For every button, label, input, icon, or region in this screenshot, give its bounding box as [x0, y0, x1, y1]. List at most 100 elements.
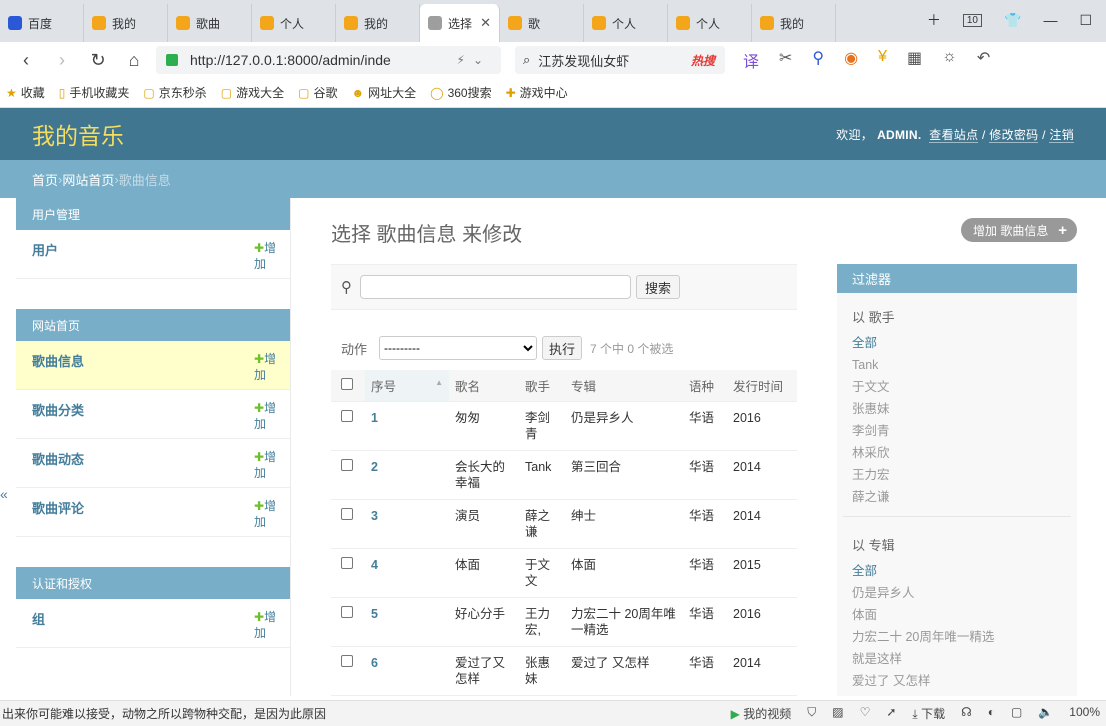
url-tools-icon[interactable]: ⚡⌄ — [457, 53, 501, 67]
filter-singer-option[interactable]: Tank — [852, 354, 1077, 376]
action-select[interactable]: --------- — [379, 336, 538, 360]
change-password-link[interactable]: 修改密码 — [989, 127, 1039, 143]
sidebar-item[interactable]: 用户 ✚增加 — [16, 230, 290, 279]
module-caption[interactable]: 用户管理 — [16, 198, 290, 230]
column-header[interactable]: 歌名 — [449, 370, 519, 402]
row-checkbox[interactable] — [341, 458, 353, 471]
my-video-link[interactable]: ▶ 我的视频 — [731, 705, 792, 722]
headset-icon[interactable]: ☊ — [961, 705, 972, 722]
translate-icon[interactable]: 译 — [743, 48, 759, 72]
filter-singer-option[interactable]: 林采欣 — [852, 442, 1077, 464]
sidebar-item[interactable]: 歌曲信息 ✚增加 — [16, 341, 290, 390]
sort-icon[interactable]: ▲ — [435, 378, 443, 387]
sidebar-add-link[interactable]: ✚增加 — [254, 498, 282, 536]
row-checkbox[interactable] — [341, 507, 353, 520]
filter-album-option[interactable]: 力宏二十 20周年唯一精选 — [852, 626, 1077, 648]
rocket-icon[interactable]: ➚ — [886, 705, 896, 722]
image-icon[interactable]: ▨ — [832, 705, 843, 722]
browser-tab[interactable]: 我的 — [84, 4, 168, 42]
run-action-button[interactable]: 执行 — [542, 336, 583, 360]
filter-singer-option[interactable]: 全部 — [852, 332, 1077, 354]
shirt-icon[interactable]: 👕 — [1004, 12, 1021, 29]
sidebar-add-link[interactable]: ✚增加 — [254, 240, 282, 278]
filter-album-option[interactable]: 爱过了 又怎样 — [852, 670, 1077, 692]
module-caption[interactable]: 网站首页 — [16, 309, 290, 341]
sidebar-item[interactable]: 歌曲动态 ✚增加 — [16, 439, 290, 488]
shield-icon[interactable]: ⛉ — [807, 705, 816, 722]
sidebar-add-link[interactable]: ✚增加 — [254, 400, 282, 438]
sidebar-item[interactable]: 歌曲分类 ✚增加 — [16, 390, 290, 439]
browser-tab[interactable]: 我的 — [336, 4, 420, 42]
add-song-button[interactable]: 增加 歌曲信息 + — [961, 218, 1077, 242]
browser-tab[interactable]: 百度 — [0, 4, 84, 42]
row-link[interactable]: 2 — [365, 450, 449, 500]
filter-singer-option[interactable]: 李剑青 — [852, 420, 1077, 442]
sidebar-item[interactable]: 歌曲评论 ✚增加 — [16, 488, 290, 537]
sidebar-add-link[interactable]: ✚增加 — [254, 449, 282, 487]
breadcrumb-app[interactable]: 网站首页 — [62, 170, 114, 189]
filter-singer-option[interactable]: 张惠妹 — [852, 398, 1077, 420]
logout-link[interactable]: 注销 — [1049, 127, 1074, 143]
view-site-link[interactable]: 查看站点 — [929, 127, 979, 143]
bookmark-item[interactable]: ▢ 游戏大全 — [221, 84, 284, 101]
coin-icon[interactable]: ¥ — [878, 48, 887, 72]
new-tab-icon[interactable]: ＋ — [927, 10, 941, 30]
row-link[interactable]: 6 — [365, 646, 449, 696]
back-icon[interactable]: ‹ — [8, 50, 44, 71]
filter-album-option[interactable]: 就是这样 — [852, 648, 1077, 670]
brightness-icon[interactable]: ☼ — [942, 48, 957, 72]
tab-count-badge[interactable]: 10 — [962, 13, 982, 27]
sidebar-item-name[interactable]: 歌曲动态 — [32, 449, 84, 487]
url-field[interactable]: http://127.0.0.1:8000/admin/inde ⚡⌄ — [156, 46, 501, 74]
column-header[interactable]: 序号 ▲ — [365, 370, 449, 402]
bookmark-item[interactable]: ☻ 网址大全 — [351, 84, 416, 101]
browser-tab[interactable]: 个人 — [584, 4, 668, 42]
minimize-icon[interactable]: — — [1043, 12, 1057, 28]
filter-album-option[interactable]: 体面 — [852, 604, 1077, 626]
bookmark-item[interactable]: ▯ 手机收藏夹 — [59, 84, 130, 101]
filter-singer-option[interactable]: 于文文 — [852, 376, 1077, 398]
volume-icon[interactable]: 🔈 — [1038, 705, 1053, 722]
sidebar-item-name[interactable]: 歌曲评论 — [32, 498, 84, 536]
status-news-text[interactable]: 出来你可能难以接受，动物之所以跨物种交配，是因为此原因 — [2, 705, 326, 722]
browser-tab[interactable]: 个人 — [252, 4, 336, 42]
column-header[interactable]: 专辑 — [565, 370, 683, 402]
bookmark-item[interactable]: ✚ 游戏中心 — [506, 84, 568, 101]
column-header[interactable]: 语种 — [683, 370, 727, 402]
apps-grid-icon[interactable]: ▦ — [907, 48, 922, 72]
row-link[interactable]: 1 — [365, 401, 449, 451]
browser-search-field[interactable]: ⌕ 江苏发现仙女虾 热搜 — [515, 46, 725, 74]
scissors-icon[interactable]: ✂ — [779, 48, 792, 72]
gamepad-icon[interactable]: ◉ — [844, 48, 858, 72]
browser-tab[interactable]: 个人 — [668, 4, 752, 42]
filter-singer-option[interactable]: 王力宏 — [852, 464, 1077, 486]
sidebar-add-link[interactable]: ✚增加 — [254, 351, 282, 389]
filter-album-option[interactable]: 全部 — [852, 560, 1077, 582]
row-checkbox[interactable] — [341, 409, 353, 422]
row-link[interactable]: 3 — [365, 499, 449, 549]
bookmark-item[interactable]: ▢ 京东秒杀 — [143, 84, 206, 101]
edge-icon[interactable]: ◐ — [988, 705, 995, 722]
row-link[interactable]: 4 — [365, 548, 449, 598]
browser-tab[interactable]: 歌曲 — [168, 4, 252, 42]
bookmark-item[interactable]: ▢ 谷歌 — [298, 84, 337, 101]
row-link[interactable]: 5 — [365, 597, 449, 647]
browser-tab[interactable]: 选择 ✕ — [420, 4, 500, 42]
hot-search-badge[interactable]: 热搜 — [691, 52, 725, 69]
module-caption[interactable]: 认证和授权 — [16, 567, 290, 599]
filter-singer-option[interactable]: 薛之谦 — [852, 486, 1077, 508]
select-all-checkbox[interactable] — [341, 377, 353, 390]
forward-icon[interactable]: › — [44, 50, 80, 71]
heart-icon[interactable]: ♡ — [860, 705, 871, 722]
reload-icon[interactable]: ↻ — [80, 50, 116, 71]
sidebar-item-name[interactable]: 歌曲信息 — [32, 351, 84, 389]
sidebar-item[interactable]: 组 ✚增加 — [16, 599, 290, 648]
sidebar-item-name[interactable]: 用户 — [32, 240, 58, 278]
site-brand[interactable]: 我的音乐 — [32, 117, 124, 151]
column-header[interactable]: 发行时间 — [727, 370, 797, 402]
breadcrumb-home[interactable]: 首页 — [32, 170, 58, 189]
home-icon[interactable]: ⌂ — [116, 50, 152, 71]
filter-album-option[interactable]: 仍是异乡人 — [852, 582, 1077, 604]
sidebar-add-link[interactable]: ✚增加 — [254, 609, 282, 647]
search-button[interactable]: 搜索 — [636, 275, 681, 299]
